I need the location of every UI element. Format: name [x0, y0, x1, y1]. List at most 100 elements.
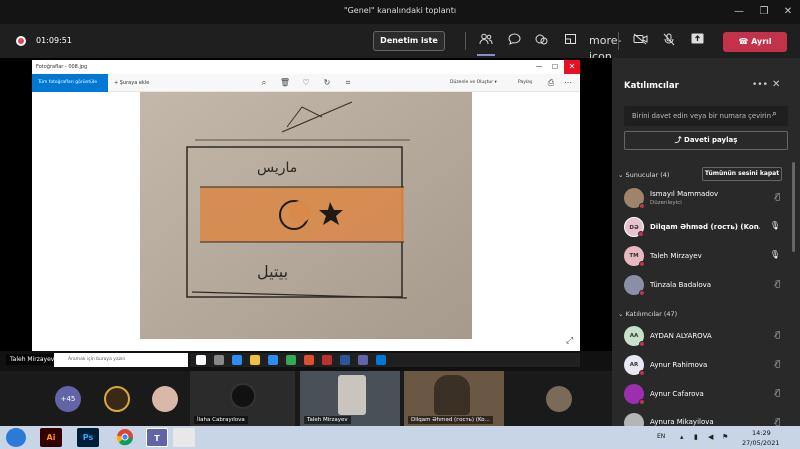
photos-close-button[interactable]: ✕ [564, 60, 580, 74]
teams-app[interactable]: T [146, 428, 168, 447]
flag-icon[interactable]: ⚑ [722, 433, 728, 441]
avatar: AA [624, 326, 645, 347]
share-tray-icon[interactable] [688, 33, 706, 49]
panel-close-icon[interactable]: ✕ [772, 79, 780, 90]
network-icon[interactable]: ▮ [694, 433, 698, 441]
photoshop-app[interactable]: Ps [77, 428, 99, 447]
minimize-button[interactable]: — [728, 3, 750, 21]
window-title: "Genel" kanalındaki toplantı [343, 6, 457, 15]
reactions-icon[interactable] [532, 33, 550, 49]
delete-icon[interactable]: 🗑 [279, 77, 291, 89]
tray-arrow-icon[interactable]: ▴ [680, 433, 684, 441]
add-to-button[interactable]: + Şuraya ekle [114, 74, 149, 92]
participant-row[interactable]: Aynura Mikayilova 🎙̸ [618, 410, 788, 426]
share-invite-button[interactable]: ⤴ Daveti paylaş [624, 131, 788, 150]
participant-video-frame [338, 375, 366, 415]
photo-image: ماريس بيتيل [32, 92, 580, 353]
breakout-rooms-icon[interactable] [561, 33, 579, 49]
rotate-icon[interactable]: ↻ [321, 77, 333, 89]
mic-muted-icon: 🎙̸ [775, 359, 780, 368]
participant-row[interactable]: Tünzala Badalova 🎙̸ [618, 272, 788, 298]
share-link-icon: ⤴ [674, 136, 685, 144]
mic-muted-icon: 🎙̸ [775, 192, 780, 201]
photos-command-bar: Tüm fotoğrafları görüntüle + Şuraya ekle… [32, 74, 580, 92]
invite-input[interactable]: Birini davet edin veya bir numara çeviri… [624, 106, 788, 126]
attendees-section-header[interactable]: ⌄ Katılımcılar (47) [618, 310, 677, 318]
search-icon[interactable]: ⌕ [772, 109, 777, 119]
photos-more-icon[interactable]: ⋯ [562, 77, 574, 89]
avatar-initials: AR [629, 362, 639, 368]
people-icon[interactable] [477, 33, 495, 49]
hangup-icon: ☎ [738, 37, 752, 46]
participant-row[interactable]: DƏ Dilqam Əhməd (гость) (Kon... 🎙 [618, 214, 788, 240]
avatar [624, 275, 645, 296]
photos-maximize-button[interactable]: ☐ [548, 60, 562, 74]
chat-icon[interactable] [505, 33, 523, 49]
close-window-button[interactable]: ✕ [777, 3, 799, 21]
illustrator-app[interactable]: Ai [40, 428, 62, 447]
expand-icon[interactable]: ⤢ [566, 336, 573, 346]
remote-taskview-icon [214, 355, 224, 365]
video-tile[interactable]: Taleh Mirzayev [300, 371, 400, 426]
remote-explorer-icon [250, 355, 260, 365]
avatar [104, 386, 130, 412]
clock-time[interactable]: 14:29 [752, 429, 771, 437]
chrome-app[interactable] [114, 428, 136, 447]
mic-off-icon[interactable] [660, 33, 678, 49]
mic-muted-icon: 🎙̸ [775, 279, 780, 288]
panel-title: Katılımcılar [624, 81, 679, 91]
camera-off-icon[interactable] [632, 33, 650, 49]
chrome-icon [116, 429, 133, 446]
participant-row[interactable]: TM Taleh Mirzayev 🎙 [618, 243, 788, 269]
panel-scrollbar[interactable] [792, 162, 795, 252]
crop-icon[interactable]: ⌗ [342, 77, 354, 89]
window-titlebar: "Genel" kanalındaki toplantı — ❐ ✕ [0, 0, 800, 24]
zoom-icon[interactable]: ⌕ [258, 77, 270, 89]
explorer-app[interactable] [173, 428, 195, 447]
panel-more-icon[interactable]: ••• [752, 80, 768, 90]
presence-badge [639, 399, 645, 405]
presenter-name-label: Taleh Mirzayev [6, 354, 59, 365]
participant-row[interactable]: AR Aynur Rahimova 🎙̸ [618, 352, 788, 378]
drawing-text-bottom: بيتيل [257, 262, 288, 281]
all-photos-button[interactable]: Tüm fotoğrafları görüntüle [32, 74, 108, 92]
volume-icon[interactable]: ◀ [708, 433, 713, 441]
stage-bottom-strip: Taleh Mirzayev Aramak için buraya yazın … [0, 351, 739, 371]
remote-teams-icon [358, 355, 368, 365]
edit-create-menu[interactable]: Düzenle ve Oluştur ▾ [450, 74, 497, 92]
restore-button[interactable]: ❐ [753, 3, 775, 21]
avatar: AR [624, 355, 645, 376]
video-tile[interactable]: Dilqam Əhməd (гость) (Ko... [404, 371, 504, 426]
video-tile[interactable]: İlaha Cabrayılova [190, 371, 295, 426]
presenters-section-header[interactable]: ⌄ Sunucular (4) [618, 171, 669, 179]
mic-muted-icon: 🎙̸ [775, 417, 780, 426]
more-participants-badge[interactable]: +45 [55, 386, 81, 412]
clock-date[interactable]: 27/05/2021 [742, 439, 779, 447]
flag-drawing-photo: ماريس بيتيل [140, 92, 472, 339]
participant-row[interactable]: AA AYDAN ALYAROVA 🎙̸ [618, 323, 788, 349]
participant-name: Aynur Rahimova [650, 361, 708, 369]
print-icon[interactable]: ⎙ [545, 77, 557, 89]
avatar-initials: DƏ [629, 225, 639, 231]
participant-row[interactable]: Aynur Cafarova 🎙̸ [618, 381, 788, 407]
leave-meeting-button[interactable]: ☎ Ayrıl [723, 32, 787, 52]
request-control-button[interactable]: Denetim iste [373, 31, 445, 51]
share-invite-label: Daveti paylaş [684, 136, 738, 144]
avatar [546, 386, 572, 412]
start-button[interactable] [6, 428, 26, 447]
language-indicator[interactable]: EN [657, 433, 665, 440]
remote-search-box: Aramak için buraya yazın [54, 353, 188, 367]
photos-minimize-button[interactable]: — [532, 60, 546, 74]
presence-badge [639, 341, 645, 347]
photo-share-button[interactable]: Paylaş [518, 74, 532, 92]
more-options-icon[interactable]: more-icon [589, 33, 621, 63]
avatar: TM [624, 246, 645, 267]
remote-start-icon [196, 355, 206, 365]
remote-office-icon [304, 355, 314, 365]
mute-all-button[interactable]: Tümünün sesini kapat [702, 167, 782, 181]
favorite-icon[interactable]: ♡ [300, 77, 312, 89]
presenters-header-label: Sunucular (4) [625, 171, 670, 179]
video-tile-label: Dilqam Əhməd (гость) (Ko... [408, 416, 493, 424]
participant-row[interactable]: İsmayıl Mammadov Düzenleyici 🎙̸ [618, 185, 788, 211]
presence-badge [639, 370, 645, 376]
